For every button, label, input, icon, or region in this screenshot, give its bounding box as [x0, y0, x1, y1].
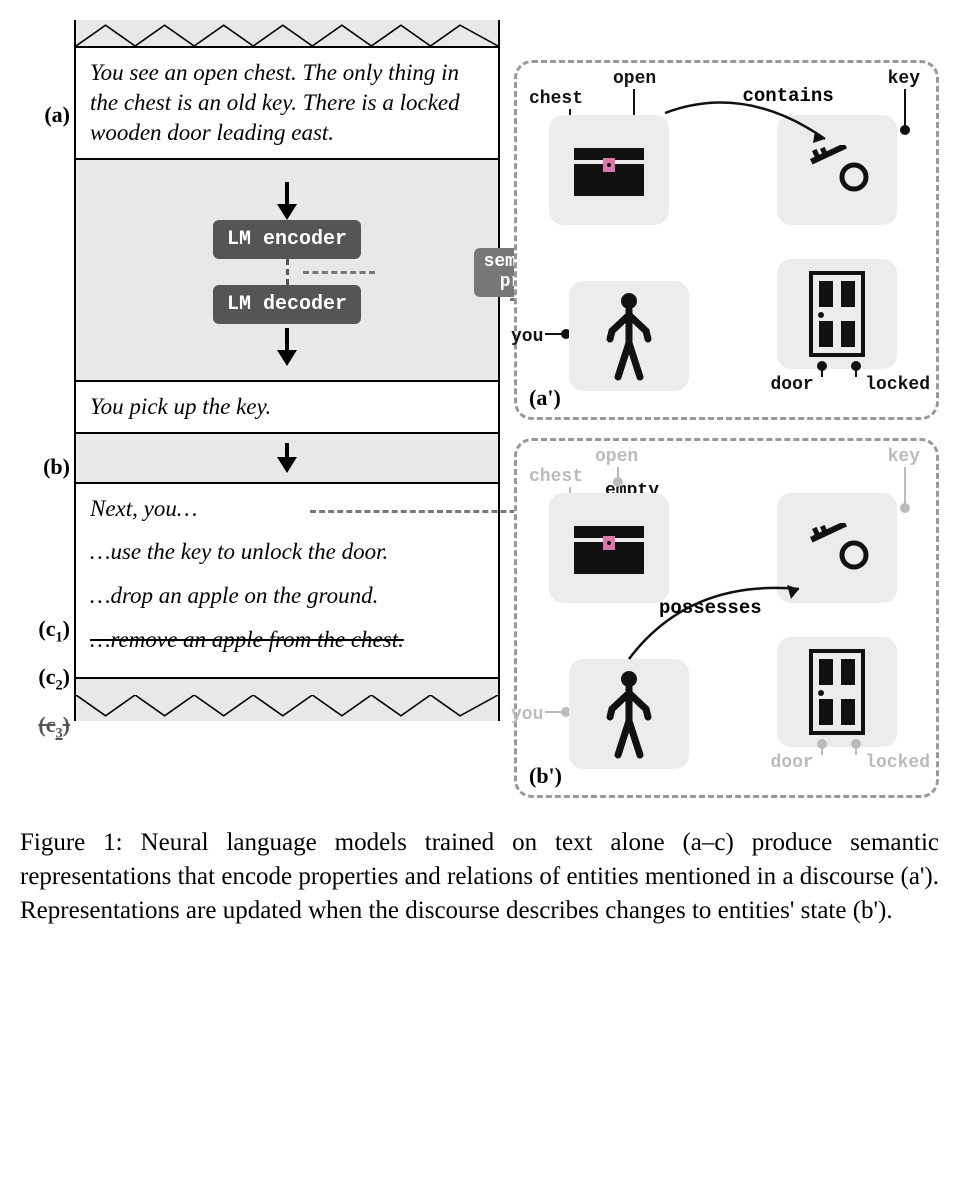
box-chest-b	[549, 493, 669, 603]
entity-you-b: you possesses	[529, 619, 707, 769]
box-key-b	[777, 493, 897, 603]
entity-chest-b: chest open empty	[529, 453, 707, 603]
text-c1: …use the key to unlock the door.	[90, 537, 484, 567]
tag-door-b: door	[771, 753, 814, 773]
tag-you: you	[511, 327, 543, 347]
tag-key-b: key	[888, 447, 920, 467]
state-panel-b: chest open empty	[514, 438, 939, 798]
torn-edge-top	[74, 20, 500, 46]
strip-footer-gray	[76, 677, 498, 695]
marker-b: (b)	[20, 454, 70, 480]
tag-chest-b: chest	[529, 467, 583, 487]
arrow-out-decoder	[277, 328, 297, 366]
lm-stack: LM encoder LM decoder semantic probe	[90, 170, 484, 370]
strip: You see an open chest. The only thing in…	[74, 46, 500, 695]
door-icon	[807, 649, 867, 735]
entity-door-a: door locked	[747, 241, 925, 391]
text-next: Next, you…	[90, 494, 484, 524]
section-lm: LM encoder LM decoder semantic probe	[76, 158, 498, 380]
state-panels-column: chest open key	[514, 20, 939, 798]
enc-dec-link	[286, 259, 289, 285]
tag-door: door	[771, 375, 814, 395]
arrow-mid	[277, 443, 297, 473]
lm-encoder-box: LM encoder	[213, 220, 361, 259]
text-strip-column: (a) (b) (c1) (c2) (c3) You see an open c…	[20, 20, 500, 721]
state-panel-a: chest open key	[514, 60, 939, 420]
entity-door-b: door locked	[747, 619, 925, 769]
section-b: You pick up the key.	[76, 380, 498, 432]
tag-locked: locked	[865, 375, 930, 395]
box-door-b	[777, 637, 897, 747]
entity-you-a: you	[529, 241, 707, 391]
chest-icon	[570, 140, 648, 200]
arrow-into-encoder	[277, 182, 297, 220]
tag-key: key	[888, 69, 920, 89]
chest-icon	[570, 518, 648, 578]
torn-edge-bottom	[74, 695, 500, 721]
marker-a: (a)	[20, 102, 70, 128]
tag-you-b: you	[511, 705, 543, 725]
tag-locked-b: locked	[865, 753, 930, 773]
entity-grid-a: chest open key	[529, 75, 924, 391]
key-icon	[802, 523, 872, 573]
door-icon	[807, 271, 867, 357]
marker-c3: (c3)	[20, 712, 70, 742]
entity-key-b: key	[747, 453, 925, 603]
tag-chest: chest	[529, 89, 583, 109]
section-thin	[76, 432, 498, 482]
lm-decoder-box: LM decoder	[213, 285, 361, 324]
panel-label-a: (a')	[529, 385, 561, 411]
marker-c2: (c2)	[20, 664, 70, 694]
person-icon	[606, 669, 652, 759]
panel-label-b: (b')	[529, 763, 562, 789]
entity-key-a: key contains	[747, 75, 925, 225]
tag-open: open	[613, 69, 656, 89]
person-icon	[606, 291, 652, 381]
figure: (a) (b) (c1) (c2) (c3) You see an open c…	[20, 20, 939, 798]
figure-caption: Figure 1: Neural language models trained…	[20, 826, 939, 927]
section-a: You see an open chest. The only thing in…	[76, 46, 498, 158]
dash-to-probe	[303, 271, 375, 274]
entity-grid-b: chest open empty	[529, 453, 924, 769]
row-markers: (a) (b) (c1) (c2) (c3)	[20, 20, 74, 721]
box-chest-a	[549, 115, 669, 225]
text-c3: …remove an apple from the chest.	[90, 625, 484, 655]
text-c2: …drop an apple on the ground.	[90, 581, 484, 611]
box-door-a	[777, 259, 897, 369]
marker-c1: (c1)	[20, 616, 70, 646]
tag-open-b: open	[595, 447, 638, 467]
box-you-a	[569, 281, 689, 391]
arc-contains	[655, 103, 835, 155]
text-a: You see an open chest. The only thing in…	[90, 58, 484, 148]
text-b: You pick up the key.	[90, 392, 484, 422]
